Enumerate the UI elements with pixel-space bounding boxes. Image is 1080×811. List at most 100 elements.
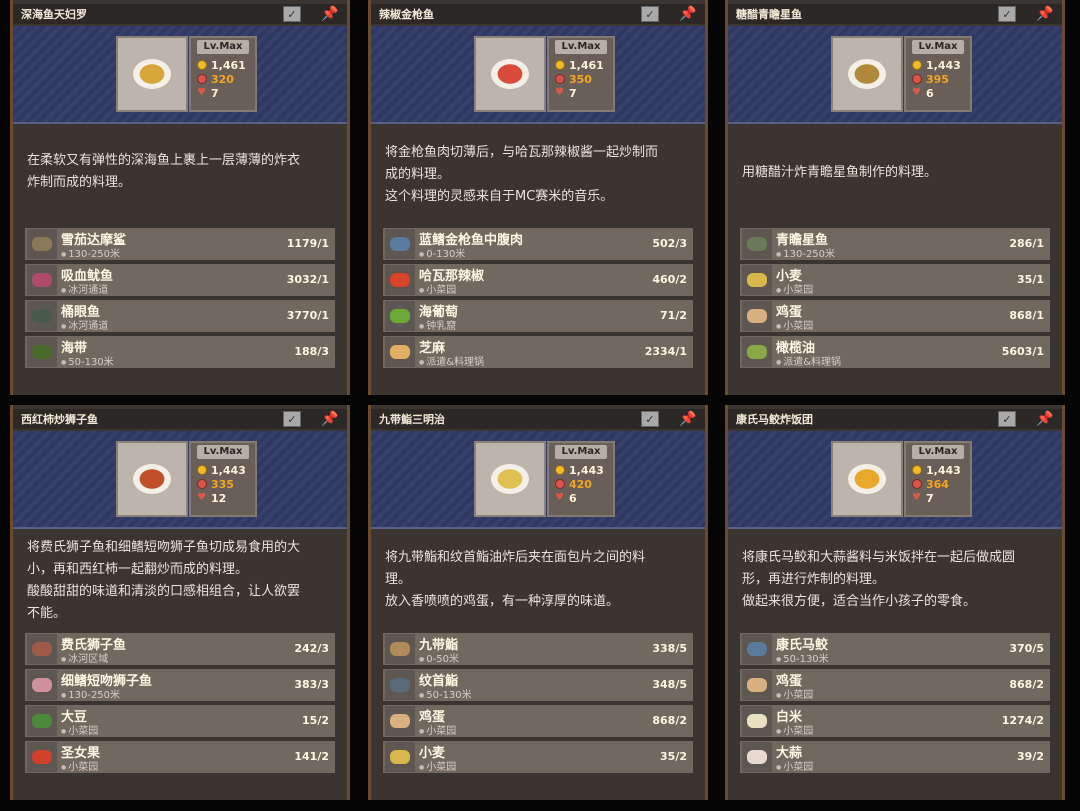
servings-icon: ♥	[912, 492, 921, 503]
coin-icon	[197, 60, 207, 70]
recipe-card[interactable]: 康氏马鲛炸饭团 ✓ 📌 Lv.Max 1,443 364 ♥ 7 将康氏马鲛和大…	[725, 405, 1065, 800]
price-stat: 1,443	[912, 463, 964, 477]
ingredient-icon	[385, 229, 415, 259]
pin-icon[interactable]: 📌	[679, 410, 696, 428]
experience-icon	[555, 74, 565, 84]
ingredient-icon	[385, 742, 415, 772]
ingredient-row[interactable]: 海葡萄 钟乳窟 71/2	[383, 300, 693, 332]
experience-icon	[197, 479, 207, 489]
ingredient-row[interactable]: 哈瓦那辣椒 小菜园 460/2	[383, 264, 693, 296]
recipe-card[interactable]: 辣椒金枪鱼 ✓ 📌 Lv.Max 1,461 350 ♥ 7 将金枪鱼肉切薄后，…	[368, 0, 708, 395]
checkbox-icon[interactable]: ✓	[998, 6, 1016, 22]
ingredient-row[interactable]: 蓝鳍金枪鱼中腹肉 0-130米 502/3	[383, 228, 693, 260]
level-badge: Lv.Max	[555, 445, 607, 459]
servings-icon: ♥	[555, 492, 564, 503]
price-stat: 1,443	[912, 58, 964, 72]
checkbox-icon[interactable]: ✓	[283, 411, 301, 427]
ingredient-row[interactable]: 九带鮨 0-50米 338/5	[383, 633, 693, 665]
ingredient-icon	[742, 337, 772, 367]
dish-image	[831, 441, 903, 517]
pin-icon[interactable]: 📌	[1036, 410, 1053, 428]
servings-icon: ♥	[197, 87, 206, 98]
ingredient-row[interactable]: 雪茄达摩鲨 130-250米 1179/1	[25, 228, 335, 260]
dish-stats: Lv.Max 1,443 335 ♥ 12	[189, 441, 257, 517]
ingredient-row[interactable]: 鸡蛋 小菜园 868/2	[383, 705, 693, 737]
experience-icon	[197, 74, 207, 84]
ingredient-list: 蓝鳍金枪鱼中腹肉 0-130米 502/3 哈瓦那辣椒 小菜园 460/2 海葡…	[383, 228, 693, 372]
recipe-card[interactable]: 西红柿炒狮子鱼 ✓ 📌 Lv.Max 1,443 335 ♥ 12 将费氏狮子鱼…	[10, 405, 350, 800]
checkbox-icon[interactable]: ✓	[641, 6, 659, 22]
ingredient-count: 71/2	[660, 309, 687, 322]
ingredient-count: 370/5	[1009, 642, 1044, 655]
ingredient-row[interactable]: 青瞻星鱼 130-250米 286/1	[740, 228, 1050, 260]
ingredient-count: 141/2	[294, 750, 329, 763]
ingredient-row[interactable]: 费氏狮子鱼 冰河区域 242/3	[25, 633, 335, 665]
ingredient-count: 1274/2	[1001, 714, 1044, 727]
ingredient-icon	[742, 265, 772, 295]
ingredient-location: 冰河通道	[61, 281, 108, 296]
ingredient-count: 868/2	[652, 714, 687, 727]
ingredient-row[interactable]: 圣女果 小菜园 141/2	[25, 741, 335, 773]
ingredient-row[interactable]: 小麦 小菜园 35/1	[740, 264, 1050, 296]
ingredient-row[interactable]: 白米 小菜园 1274/2	[740, 705, 1050, 737]
ingredient-row[interactable]: 康氏马鲛 50-130米 370/5	[740, 633, 1050, 665]
recipe-card[interactable]: 深海鱼天妇罗 ✓ 📌 Lv.Max 1,461 320 ♥ 7 在柔软又有弹性的…	[10, 0, 350, 395]
ingredient-row[interactable]: 桶眼鱼 冰河通道 3770/1	[25, 300, 335, 332]
ingredient-location: 小菜园	[419, 758, 456, 773]
dish-banner: Lv.Max 1,443 364 ♥ 7	[728, 431, 1062, 529]
dish-banner: Lv.Max 1,443 420 ♥ 6	[371, 431, 705, 529]
ingredient-row[interactable]: 纹首鮨 50-130米 348/5	[383, 669, 693, 701]
ingredient-row[interactable]: 小麦 小菜园 35/2	[383, 741, 693, 773]
dish-stats: Lv.Max 1,461 320 ♥ 7	[189, 36, 257, 112]
pin-icon[interactable]: 📌	[321, 5, 338, 23]
ingredient-row[interactable]: 芝麻 派遣&料理锅 2334/1	[383, 336, 693, 368]
ingredient-row[interactable]: 大蒜 小菜园 39/2	[740, 741, 1050, 773]
ingredient-location: 50-130米	[61, 353, 113, 368]
recipe-card[interactable]: 糖醋青瞻星鱼 ✓ 📌 Lv.Max 1,443 395 ♥ 6 用糖醋汁炸青瞻星…	[725, 0, 1065, 395]
ingredient-icon	[385, 301, 415, 331]
pin-icon[interactable]: 📌	[679, 5, 696, 23]
coin-icon	[555, 465, 565, 475]
ingredient-row[interactable]: 橄榄油 派遣&料理锅 5603/1	[740, 336, 1050, 368]
ingredient-location: 派遣&料理锅	[419, 353, 484, 368]
ingredient-count: 188/3	[294, 345, 329, 358]
servings-icon: ♥	[197, 492, 206, 503]
servings-value: 6	[926, 86, 934, 100]
ingredient-count: 3770/1	[286, 309, 329, 322]
ingredient-row[interactable]: 鸡蛋 小菜园 868/1	[740, 300, 1050, 332]
ingredient-icon	[385, 634, 415, 664]
dish-stats: Lv.Max 1,461 350 ♥ 7	[547, 36, 615, 112]
price-value: 1,443	[926, 58, 961, 72]
ingredient-count: 383/3	[294, 678, 329, 691]
ingredient-row[interactable]: 细鳍短吻狮子鱼 130-250米 383/3	[25, 669, 335, 701]
recipe-card[interactable]: 九带鮨三明治 ✓ 📌 Lv.Max 1,443 420 ♥ 6 将九带鮨和纹首鮨…	[368, 405, 708, 800]
card-title-bar: 西红柿炒狮子鱼 ✓ 📌	[13, 409, 347, 429]
level-badge: Lv.Max	[555, 40, 607, 54]
ingredient-row[interactable]: 吸血鱿鱼 冰河通道 3032/1	[25, 264, 335, 296]
checkbox-icon[interactable]: ✓	[641, 411, 659, 427]
ingredient-icon	[742, 634, 772, 664]
dish-stats: Lv.Max 1,443 395 ♥ 6	[904, 36, 972, 112]
ingredient-count: 15/2	[302, 714, 329, 727]
dish-stats: Lv.Max 1,443 420 ♥ 6	[547, 441, 615, 517]
price-value: 1,461	[569, 58, 604, 72]
pin-icon[interactable]: 📌	[1036, 5, 1053, 23]
ingredient-location: 冰河通道	[61, 317, 108, 332]
checkbox-icon[interactable]: ✓	[283, 6, 301, 22]
servings-value: 7	[211, 86, 219, 100]
ingredient-row[interactable]: 大豆 小菜园 15/2	[25, 705, 335, 737]
ingredient-icon	[742, 706, 772, 736]
ingredient-icon	[742, 301, 772, 331]
dish-image	[474, 441, 546, 517]
ingredient-icon	[742, 742, 772, 772]
price-stat: 1,443	[197, 463, 249, 477]
experience-icon	[912, 479, 922, 489]
ingredient-row[interactable]: 鸡蛋 小菜园 868/2	[740, 669, 1050, 701]
pin-icon[interactable]: 📌	[321, 410, 338, 428]
checkbox-icon[interactable]: ✓	[998, 411, 1016, 427]
servings-icon: ♥	[912, 87, 921, 98]
level-badge: Lv.Max	[197, 445, 249, 459]
ingredient-icon	[27, 634, 57, 664]
experience-icon	[555, 479, 565, 489]
ingredient-row[interactable]: 海带 50-130米 188/3	[25, 336, 335, 368]
